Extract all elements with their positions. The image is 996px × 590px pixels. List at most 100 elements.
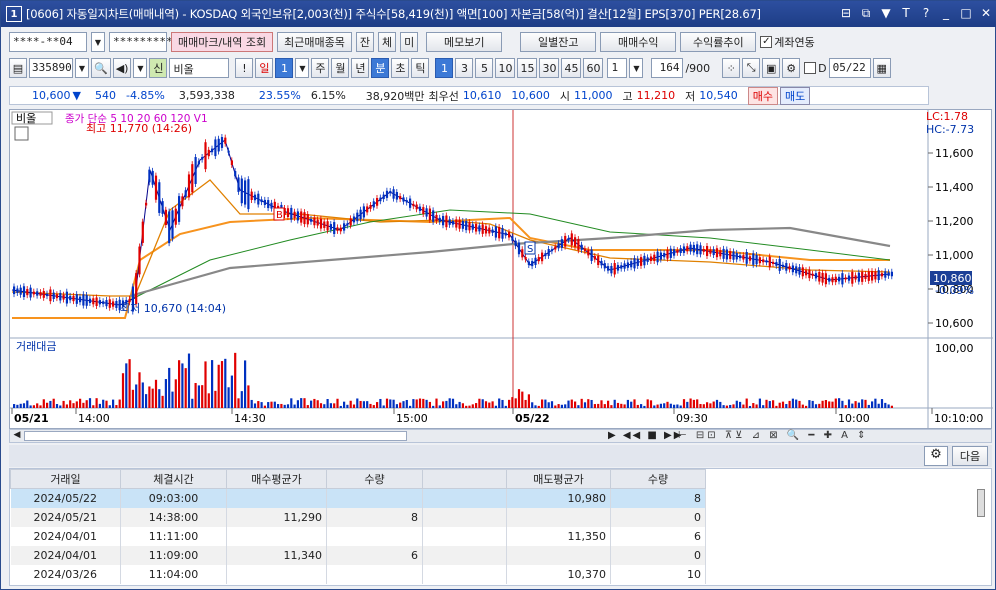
table-row[interactable]: 2024/05/21 14:38:00 11,290 8 0: [10, 507, 706, 527]
volume-bar: [722, 405, 725, 408]
font-icon[interactable]: T: [899, 6, 913, 21]
period-year[interactable]: 년: [351, 58, 370, 78]
dock-icon[interactable]: ⊟: [839, 6, 853, 21]
candle-body: [75, 294, 78, 304]
minute-10[interactable]: 10: [495, 58, 516, 78]
period-day[interactable]: 일: [255, 58, 274, 78]
minimize-button[interactable]: _: [939, 6, 953, 21]
candle-body: [887, 272, 890, 276]
volume-bar: [184, 368, 187, 408]
minute-5[interactable]: 5: [475, 58, 494, 78]
unexecuted-button[interactable]: 미: [400, 32, 419, 52]
chart-type-icon[interactable]: ▤: [9, 58, 27, 78]
period-count[interactable]: 1: [275, 58, 294, 78]
pin-icon[interactable]: ▼: [879, 6, 893, 21]
table-row[interactable]: 2024/04/01 11:09:00 11,340 6 0: [10, 545, 706, 565]
buy-button[interactable]: 매수: [747, 86, 779, 105]
candle-body: [762, 259, 765, 263]
table-row[interactable]: 2024/03/26 11:04:00 10,370 10: [10, 564, 706, 584]
minute-1[interactable]: 1: [435, 58, 454, 78]
count-input[interactable]: 164: [651, 58, 684, 78]
volume-bar: [765, 399, 768, 408]
minute-3[interactable]: 3: [455, 58, 474, 78]
minute-30[interactable]: 30: [539, 58, 560, 78]
minute-45[interactable]: 45: [561, 58, 582, 78]
sound-dropdown-icon[interactable]: ▼: [133, 58, 148, 78]
period-tick[interactable]: 틱: [411, 58, 430, 78]
volume-bar: [682, 399, 686, 408]
table-scrollbar[interactable]: [977, 489, 985, 517]
playback-controls[interactable]: ▶ ◀◀ ■ ▶▶: [608, 430, 683, 441]
sound-icon[interactable]: ◀): [112, 58, 132, 78]
table-row[interactable]: 2024/05/22 09:03:00 10,980 8: [10, 488, 706, 508]
period-week[interactable]: 주: [311, 58, 330, 78]
account-link-checkbox[interactable]: ✓ 계좌연동: [760, 34, 815, 50]
return-trend-button[interactable]: 수익률추이: [680, 32, 757, 52]
candle-body: [613, 263, 616, 275]
daily-balance-button[interactable]: 일별잔고: [520, 32, 597, 52]
drawing-tools[interactable]: ⊢ ⊟⊡ ⊼⊻ ⊿ ⊠ 🔍 ━ ✚ A ⇕: [678, 430, 869, 441]
minute-15[interactable]: 15: [517, 58, 538, 78]
volume-bar: [244, 360, 247, 408]
period-second[interactable]: 초: [391, 58, 410, 78]
candle-body: [788, 266, 791, 270]
password-input[interactable]: *********: [109, 32, 173, 52]
price-chart-panel[interactable]: 11,600 11,400 11,200 11,000 10,800 10,600 05/…: [9, 109, 993, 430]
period-month[interactable]: 월: [331, 58, 350, 78]
close-button[interactable]: ✕: [979, 6, 993, 21]
check-icon[interactable]: ✓: [760, 36, 773, 48]
title-bar[interactable]: 1 [0606] 자동일지차트(매매내역) - KOSDAQ 외국인보유[2,0…: [1, 1, 996, 27]
scroll-thumb[interactable]: [24, 431, 407, 441]
chart-scrollbar[interactable]: ◀ ▶ ◀◀ ■ ▶▶ ⊢ ⊟⊡ ⊼⊻ ⊿ ⊠ 🔍 ━ ✚ A ⇕: [9, 429, 992, 443]
candle-body: [458, 219, 461, 229]
date-checkbox[interactable]: [804, 62, 817, 74]
table-row[interactable]: 2024/04/01 11:11:00 11,350 6: [10, 526, 706, 546]
account-dropdown-icon[interactable]: ▼: [91, 32, 105, 52]
change-percent: -4.85%: [125, 89, 165, 102]
unit-dropdown-icon[interactable]: ▼: [629, 58, 644, 78]
volume-bar: [326, 399, 329, 408]
recent-trades-button[interactable]: 최근매매종목: [277, 32, 352, 52]
period-dropdown-icon[interactable]: ▼: [295, 58, 310, 78]
restore-icon[interactable]: ⧉: [859, 6, 873, 21]
minute-60[interactable]: 60: [583, 58, 604, 78]
maximize-button[interactable]: □: [959, 6, 973, 21]
crosshair-icon[interactable]: ⁘: [722, 58, 741, 78]
account-input[interactable]: ****-**04: [9, 32, 87, 52]
calendar-icon[interactable]: ▦: [872, 58, 891, 78]
period-minute[interactable]: 분: [371, 58, 390, 78]
sell-button[interactable]: 매도: [780, 86, 811, 105]
stock-name-field[interactable]: 비올: [169, 58, 230, 78]
date-input[interactable]: 05/22: [828, 58, 871, 78]
price-chart[interactable]: 11,60011,40011,20011,00010,80010,600 05/…: [10, 110, 993, 430]
volume-bar: [610, 405, 613, 408]
trade-profit-button[interactable]: 매매수익: [600, 32, 677, 52]
unit-select[interactable]: 1: [607, 58, 628, 78]
trade-mark-query-button[interactable]: 매매마크/내역 조회: [171, 32, 274, 52]
scroll-left-icon[interactable]: ◀: [10, 430, 24, 442]
candle-body: [39, 292, 42, 296]
memo-button[interactable]: 메모보기: [426, 32, 503, 52]
help-icon[interactable]: ?: [919, 6, 933, 21]
next-button[interactable]: 다음: [952, 446, 988, 466]
alert-icon[interactable]: !: [235, 58, 254, 78]
volume-bar: [547, 402, 550, 408]
volume-bar: [593, 404, 596, 408]
y-tick-label: 10,600: [935, 317, 974, 330]
settings-gear-icon[interactable]: ⚙: [924, 446, 948, 466]
balance-button[interactable]: 잔: [355, 32, 375, 52]
tools-icon[interactable]: ⤡: [742, 58, 761, 78]
table-icon[interactable]: [14, 126, 29, 141]
executed-button[interactable]: 체: [378, 32, 397, 52]
code-dropdown-icon[interactable]: ▼: [75, 58, 89, 78]
candle-body: [352, 216, 356, 223]
volume-bar: [435, 398, 438, 408]
candle-body: [663, 252, 666, 258]
candle-body: [607, 266, 610, 271]
gear-icon[interactable]: ⚙: [782, 58, 801, 78]
save-icon[interactable]: ▣: [762, 58, 781, 78]
volume-bar: [679, 405, 682, 408]
search-icon[interactable]: 🔍: [91, 58, 111, 78]
stock-code-input[interactable]: 335890: [29, 58, 73, 78]
candle-body: [112, 301, 115, 307]
